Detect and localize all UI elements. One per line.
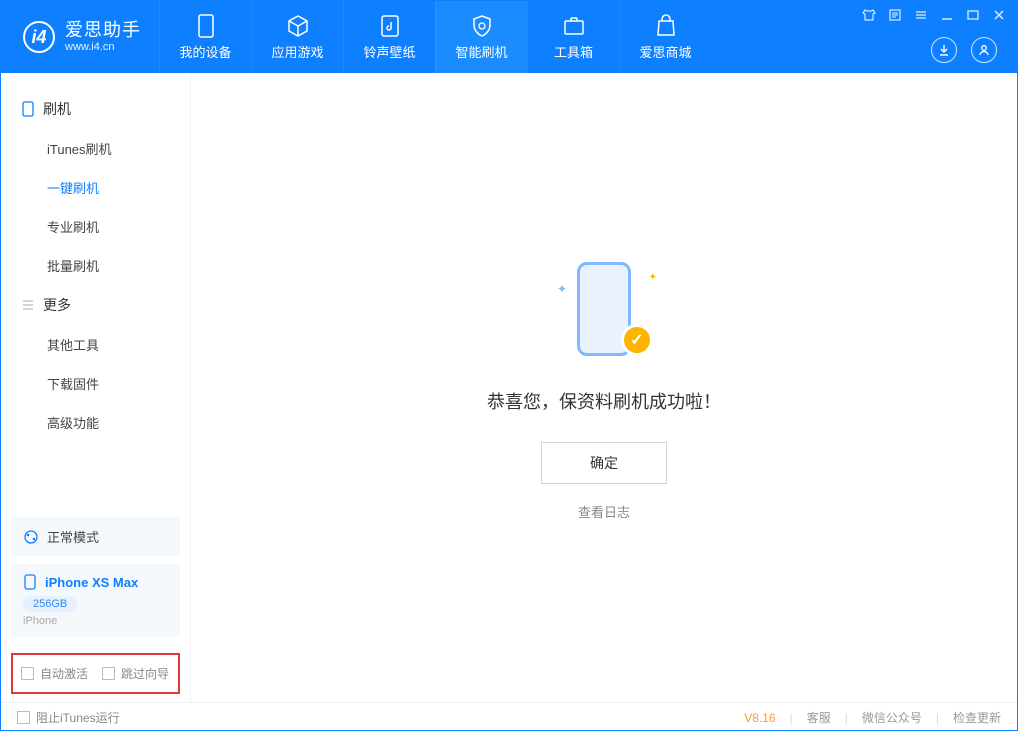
main-content: ✦ ✦ ✓ 恭喜您，保资料刷机成功啦！ 确定 查看日志 [191,73,1017,702]
sidebar-item-download-firmware[interactable]: 下载固件 [1,364,190,403]
window-controls [861,7,1007,23]
logo-icon: i4 [23,21,55,53]
sidebar-item-onekey-flash[interactable]: 一键刷机 [1,168,190,207]
checkbox-icon [17,711,30,724]
maximize-icon[interactable] [965,7,981,23]
download-button[interactable] [931,37,957,63]
footer: 阻止iTunes运行 V8.16 | 客服 | 微信公众号 | 检查更新 [1,702,1017,732]
success-illustration: ✦ ✦ ✓ [549,254,659,364]
highlighted-options-box: 自动激活 跳过向导 [11,653,180,694]
device-type: iPhone [23,615,168,627]
nav-tab-device[interactable]: 我的设备 [159,1,251,73]
nav-tab-toolbox[interactable]: 工具箱 [527,1,619,73]
checkbox-label: 跳过向导 [121,665,169,682]
sparkle-icon: ✦ [649,272,657,283]
nav-label: 爱思商城 [639,42,691,61]
nav-label: 应用游戏 [271,42,323,61]
nav-tab-store[interactable]: 爱思商城 [619,1,711,73]
nav-label: 铃声壁纸 [363,42,415,61]
app-title: 爱思助手 [65,21,141,41]
mode-panel[interactable]: 正常模式 [11,517,180,556]
view-log-link[interactable]: 查看日志 [578,502,630,521]
bag-icon [654,14,678,38]
note-icon[interactable] [887,7,903,23]
success-message: 恭喜您，保资料刷机成功啦！ [487,388,721,414]
sidebar-section-flash: 刷机 [1,89,190,129]
app-subtitle: www.i4.cn [65,41,141,53]
sidebar-section-more: 更多 [1,285,190,325]
phone-small-icon [23,574,37,590]
minimize-icon[interactable] [939,7,955,23]
nav-tab-apps[interactable]: 应用游戏 [251,1,343,73]
storage-badge: 256GB [23,596,77,612]
header-actions [931,37,997,63]
close-icon[interactable] [991,7,1007,23]
support-link[interactable]: 客服 [807,709,831,726]
menu-icon[interactable] [913,7,929,23]
nav-tabs: 我的设备 应用游戏 铃声壁纸 智能刷机 工具箱 爱思商城 [159,1,711,73]
checkbox-icon [21,667,34,680]
nav-tab-ringtone[interactable]: 铃声壁纸 [343,1,435,73]
nav-label: 智能刷机 [455,42,507,61]
sidebar-item-itunes-flash[interactable]: iTunes刷机 [1,129,190,168]
sidebar: 刷机 iTunes刷机 一键刷机 专业刷机 批量刷机 更多 其他工具 下载固件 … [1,73,191,702]
checkbox-label: 阻止iTunes运行 [36,709,120,726]
ok-button[interactable]: 确定 [541,442,667,484]
check-badge-icon: ✓ [621,324,653,356]
device-name: iPhone XS Max [45,575,138,590]
sparkle-icon: ✦ [557,282,567,296]
version-label: V8.16 [744,711,775,725]
phone-icon [194,14,218,38]
shield-refresh-icon [470,14,494,38]
sidebar-item-pro-flash[interactable]: 专业刷机 [1,207,190,246]
nav-label: 工具箱 [554,42,593,61]
app-header: i4 爱思助手 www.i4.cn 我的设备 应用游戏 铃声壁纸 智能刷机 工具… [1,1,1017,73]
wechat-link[interactable]: 微信公众号 [862,709,922,726]
cube-icon [286,14,310,38]
user-button[interactable] [971,37,997,63]
sidebar-item-advanced[interactable]: 高级功能 [1,403,190,442]
sidebar-item-other-tools[interactable]: 其他工具 [1,325,190,364]
device-panel[interactable]: iPhone XS Max 256GB iPhone [11,564,180,637]
checkbox-auto-activate[interactable]: 自动激活 [21,665,88,682]
check-update-link[interactable]: 检查更新 [953,709,1001,726]
section-title-text: 刷机 [43,99,71,119]
nav-tab-flash[interactable]: 智能刷机 [435,1,527,73]
logo-area: i4 爱思助手 www.i4.cn [1,1,159,73]
section-title-text: 更多 [43,295,71,315]
checkbox-icon [102,667,115,680]
mode-label: 正常模式 [47,527,99,546]
checkbox-skip-guide[interactable]: 跳过向导 [102,665,169,682]
refresh-icon [23,529,39,545]
nav-label: 我的设备 [179,42,231,61]
briefcase-icon [562,14,586,38]
music-file-icon [378,14,402,38]
sidebar-item-batch-flash[interactable]: 批量刷机 [1,246,190,285]
checkbox-label: 自动激活 [40,665,88,682]
device-icon [21,101,35,117]
shirt-icon[interactable] [861,7,877,23]
list-icon [21,298,35,312]
checkbox-stop-itunes[interactable]: 阻止iTunes运行 [17,709,120,726]
